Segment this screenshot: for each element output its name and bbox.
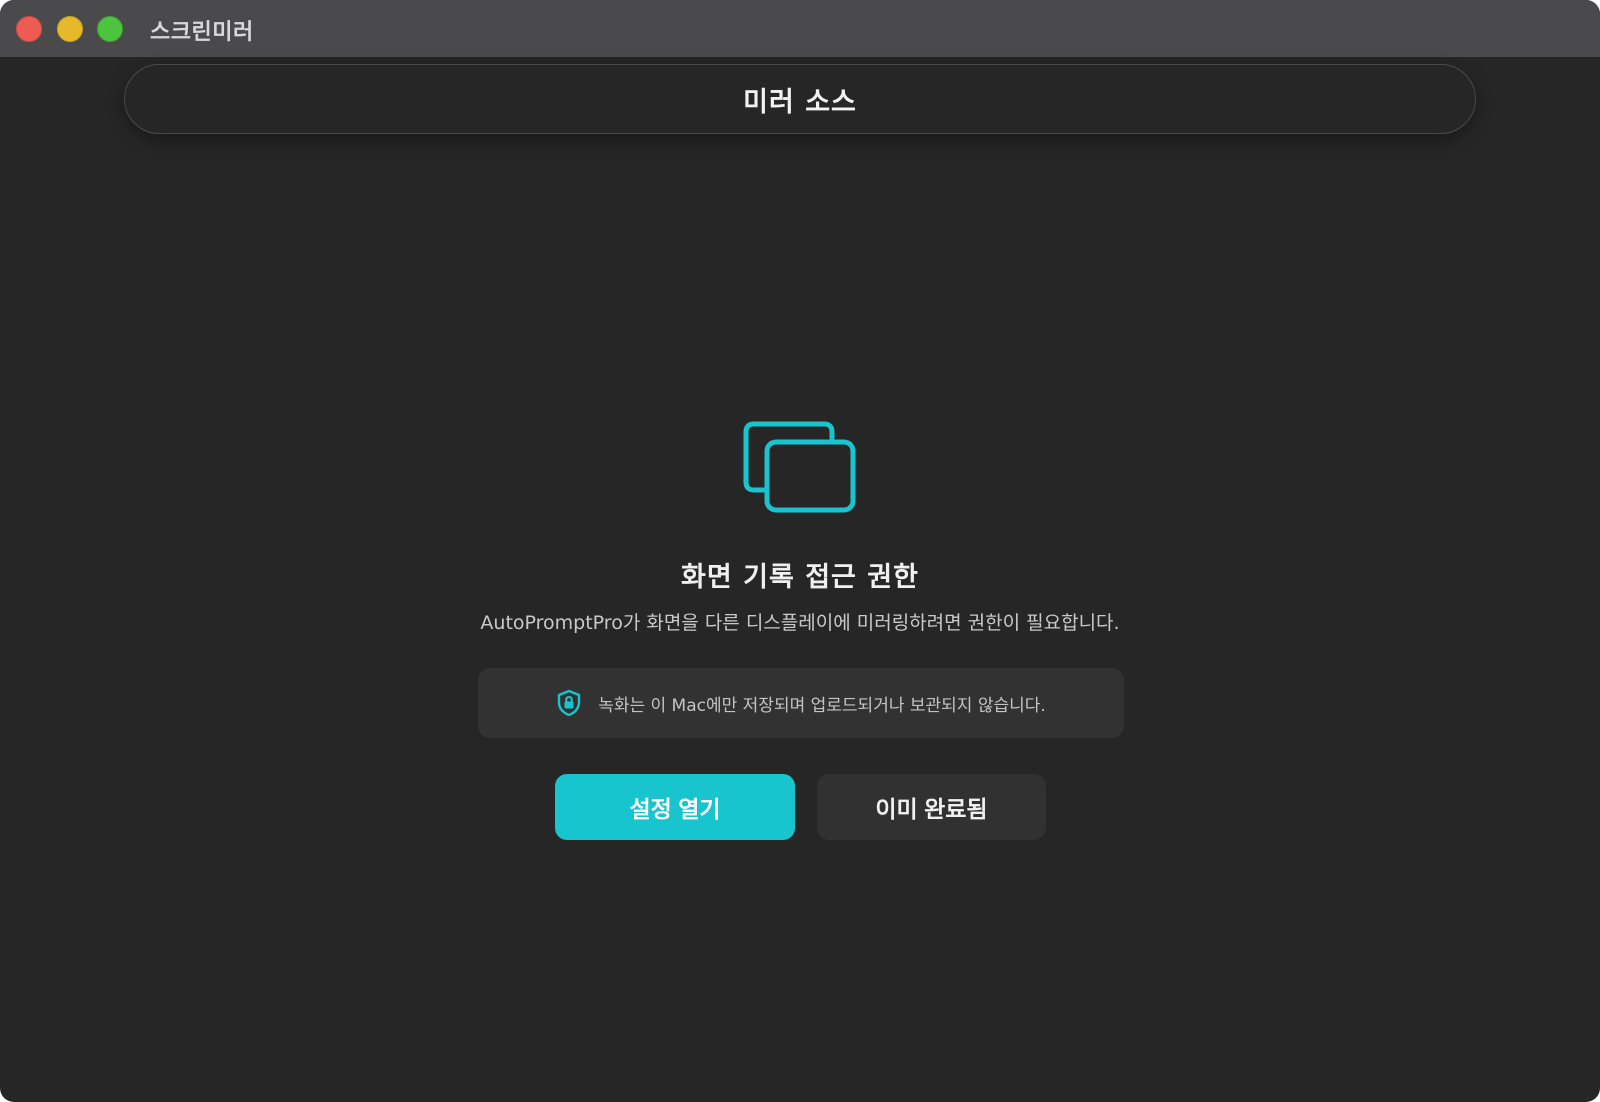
- zoom-button[interactable]: [97, 16, 123, 42]
- app-window: 스크린미러 미러 소스 화면 기록 접근 권한 AutoPromptPro가 화…: [0, 0, 1600, 1102]
- close-button[interactable]: [16, 16, 42, 42]
- mirror-source-label: 미러 소스: [743, 86, 857, 118]
- minimize-button[interactable]: [57, 16, 83, 42]
- privacy-notice: 녹화는 이 Mac에만 저장되며 업로드되거나 보관되지 않습니다.: [478, 668, 1124, 738]
- mirror-source-selector[interactable]: 미러 소스: [124, 64, 1476, 134]
- screens-icon: [742, 420, 858, 516]
- title-bar[interactable]: 스크린미러: [0, 0, 1600, 57]
- window-title: 스크린미러: [150, 20, 254, 45]
- permission-description: AutoPromptPro가 화면을 다른 디스플레이에 미러링하려면 권한이 …: [480, 612, 1120, 634]
- shield-lock-icon: [556, 689, 582, 717]
- permission-title: 화면 기록 접근 권한: [681, 562, 919, 593]
- privacy-notice-text: 녹화는 이 Mac에만 저장되며 업로드되거나 보관되지 않습니다.: [598, 695, 1046, 716]
- open-settings-button[interactable]: 설정 열기: [555, 774, 795, 840]
- already-done-button[interactable]: 이미 완료됨: [817, 774, 1046, 840]
